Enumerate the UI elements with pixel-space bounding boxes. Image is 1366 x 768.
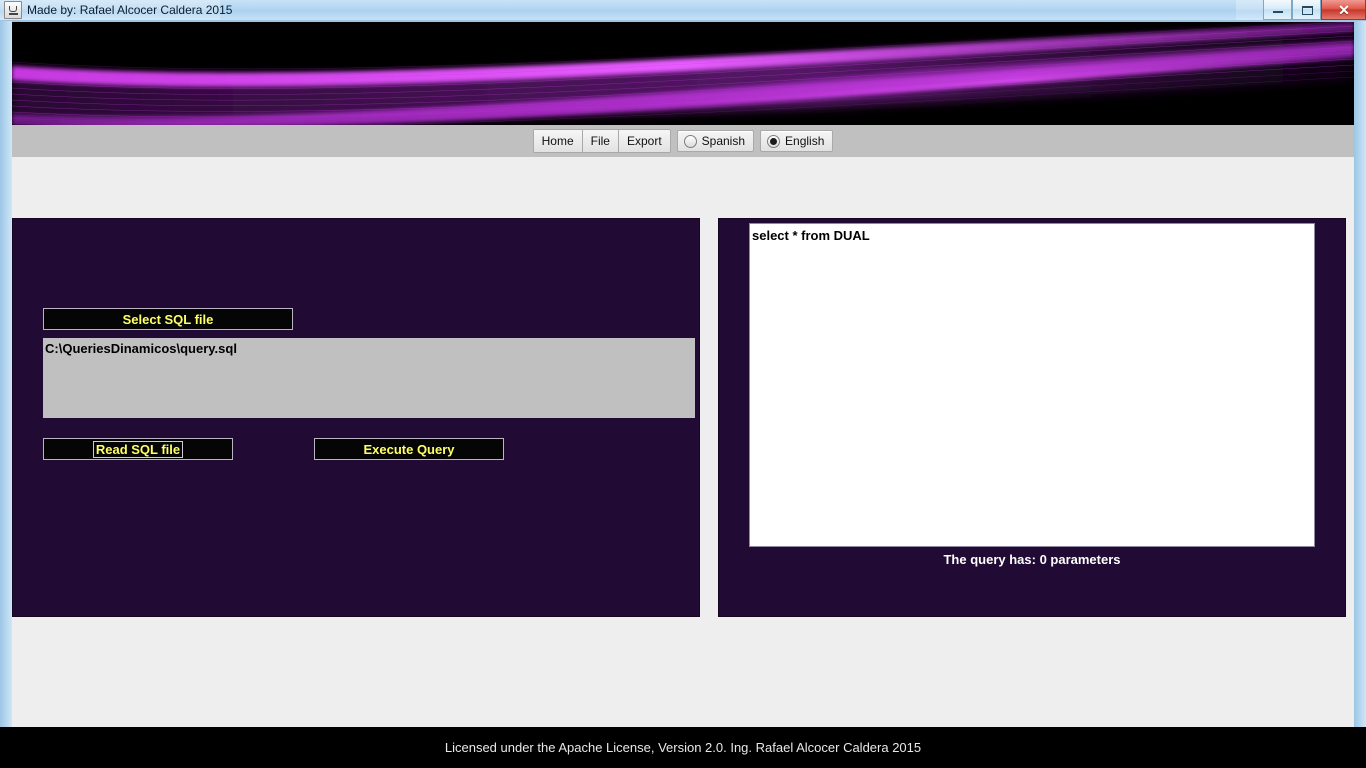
minimize-button[interactable]	[1263, 0, 1292, 20]
execute-query-button[interactable]: Execute Query	[314, 438, 504, 460]
query-panel: select * from DUAL The query has: 0 para…	[718, 218, 1346, 617]
window-frame-left	[0, 21, 12, 727]
maximize-button[interactable]	[1292, 0, 1321, 20]
window-frame-right	[1354, 21, 1366, 727]
window-title: Made by: Rafael Alcocer Caldera 2015	[27, 3, 233, 17]
radio-unselected-icon	[683, 134, 697, 148]
radio-spanish-label: Spanish	[701, 134, 746, 148]
query-text-value: select * from DUAL	[752, 228, 870, 243]
query-parameters-status: The query has: 0 parameters	[943, 552, 1121, 567]
menu-button-export[interactable]: Export	[618, 130, 670, 152]
window-controls: ✕	[1263, 0, 1366, 21]
sql-file-panel: Select SQL file C:\QueriesDinamicos\quer…	[12, 218, 700, 617]
execute-query-label: Execute Query	[363, 441, 455, 457]
footer-bar: Licensed under the Apache License, Versi…	[0, 727, 1366, 768]
radio-english-label: English	[785, 134, 825, 148]
close-icon: ✕	[1338, 2, 1350, 18]
minimize-icon	[1273, 11, 1283, 13]
banner-graphic	[12, 22, 1354, 125]
radio-selected-icon	[767, 134, 781, 148]
file-path-value: C:\QueriesDinamicos\query.sql	[45, 341, 237, 356]
query-textarea[interactable]: select * from DUAL	[749, 223, 1315, 547]
radio-english[interactable]: English	[760, 130, 834, 152]
read-sql-file-label: Read SQL file	[92, 440, 184, 458]
license-text: Licensed under the Apache License, Versi…	[444, 740, 922, 755]
header-banner	[12, 22, 1354, 125]
title-bar: Made by: Rafael Alcocer Caldera 2015 ✕	[0, 0, 1366, 21]
read-sql-file-button[interactable]: Read SQL file	[43, 438, 233, 460]
language-radio-group: Spanish English	[676, 130, 834, 152]
application-window: Made by: Rafael Alcocer Caldera 2015 ✕ H…	[0, 0, 1366, 768]
menu-button-home[interactable]: Home	[533, 130, 583, 152]
radio-spanish[interactable]: Spanish	[676, 130, 755, 152]
select-sql-file-button[interactable]: Select SQL file	[43, 308, 293, 330]
file-path-textarea[interactable]: C:\QueriesDinamicos\query.sql	[43, 338, 695, 418]
maximize-icon	[1302, 6, 1313, 15]
java-coffee-cup-icon	[4, 1, 22, 19]
select-sql-file-label: Select SQL file	[122, 311, 214, 327]
menu-bar: Home File Export Spanish English	[12, 125, 1354, 157]
menu-button-file[interactable]: File	[582, 130, 619, 152]
menu-button-group: Home File Export	[532, 129, 671, 153]
close-button[interactable]: ✕	[1321, 0, 1366, 20]
